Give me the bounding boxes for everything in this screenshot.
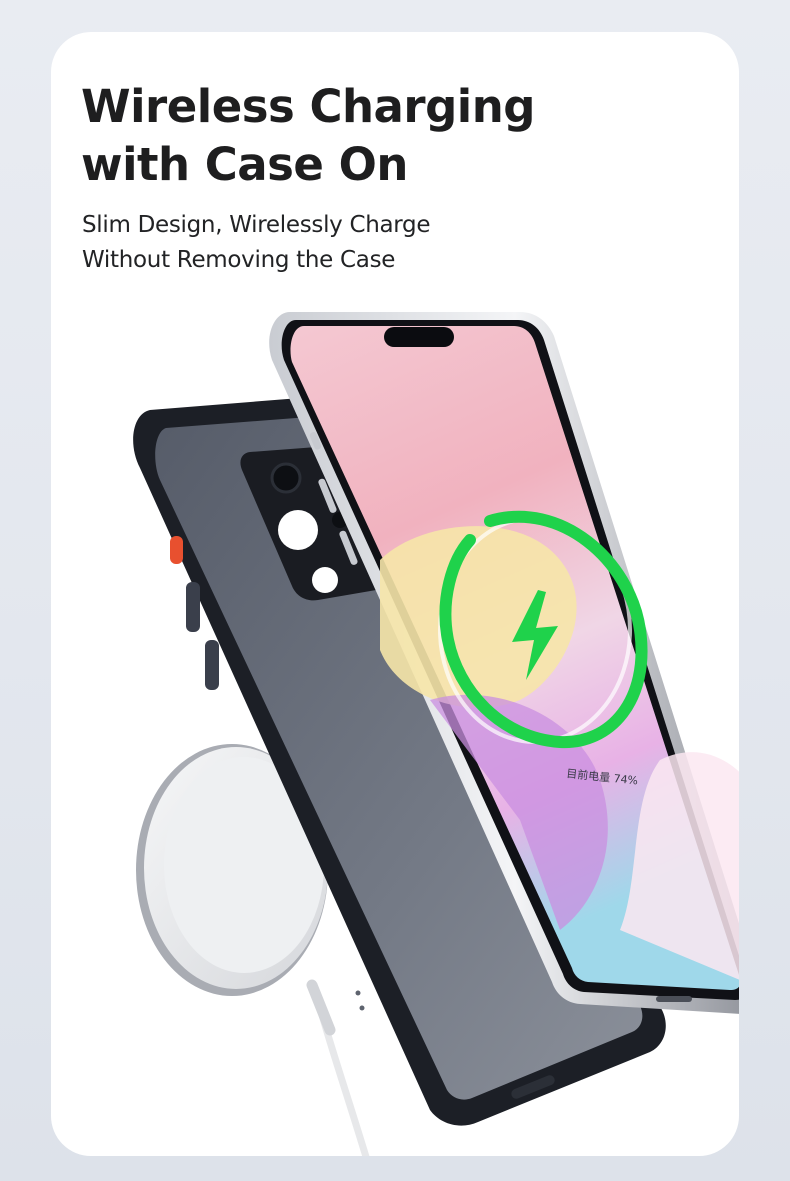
case-speaker-hole	[355, 990, 361, 996]
charger-cable	[318, 1011, 374, 1156]
phone-usb-port	[656, 996, 692, 1002]
volume-down-button	[205, 640, 219, 690]
camera-lens-3	[312, 567, 338, 593]
camera-lens-2	[278, 510, 318, 550]
dynamic-island	[384, 327, 454, 347]
camera-lens-1	[270, 462, 302, 494]
product-illustration: 目前电量 74%	[133, 312, 739, 1156]
power-button-accent	[170, 536, 183, 564]
volume-up-button	[186, 582, 200, 632]
case-speaker-hole	[359, 1005, 365, 1011]
